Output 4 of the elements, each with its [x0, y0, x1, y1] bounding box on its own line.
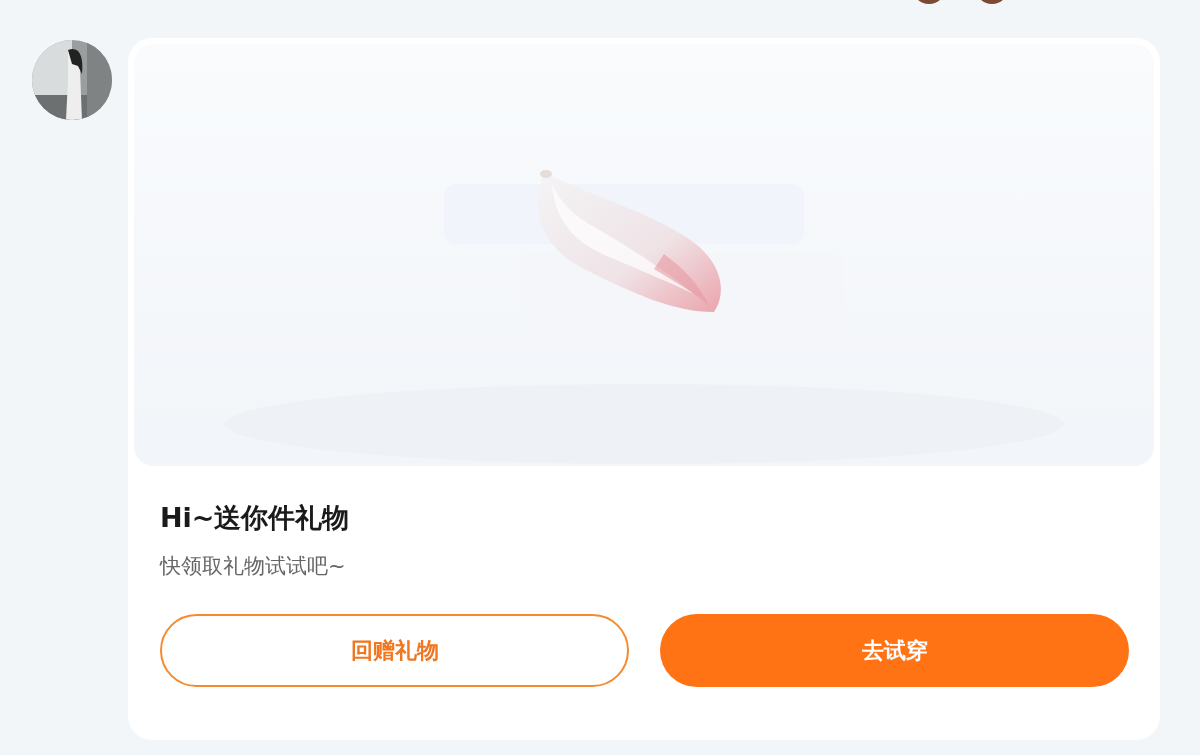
- try-on-button[interactable]: 去试穿: [660, 614, 1129, 687]
- return-gift-button[interactable]: 回赠礼物: [160, 614, 629, 687]
- gift-subtitle: 快领取礼物试试吧~: [160, 553, 347, 580]
- gift-title: Hi~送你件礼物: [160, 501, 351, 535]
